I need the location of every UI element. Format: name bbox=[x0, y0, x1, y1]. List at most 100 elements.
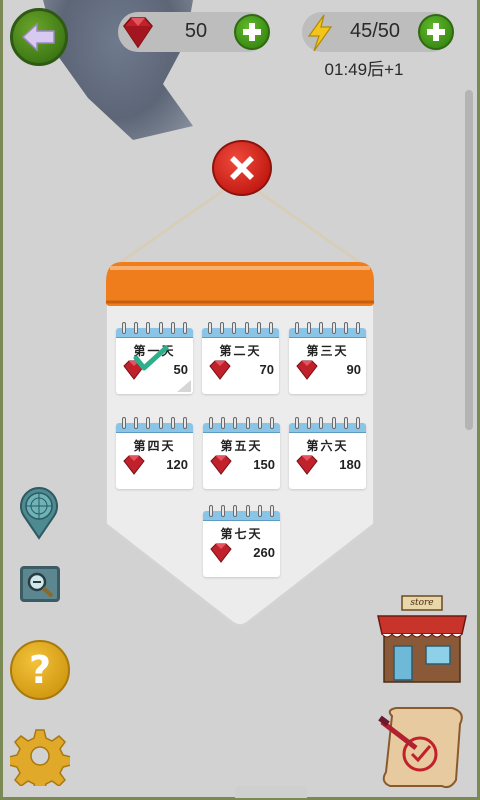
calendar-ring bbox=[134, 417, 139, 429]
day-card-1[interactable]: 第一天 50 bbox=[116, 322, 193, 394]
calendar-ring bbox=[343, 417, 348, 429]
calendar-ring bbox=[269, 505, 274, 517]
back-button[interactable] bbox=[10, 8, 68, 66]
calendar-ring bbox=[209, 505, 213, 517]
calendar-ring bbox=[256, 322, 261, 334]
calendar-ring bbox=[122, 322, 126, 334]
reward-amount: 120 bbox=[166, 457, 188, 472]
help-button[interactable]: ? bbox=[10, 640, 70, 700]
calendar-ring bbox=[355, 417, 360, 429]
calendar-ring bbox=[170, 417, 175, 429]
add-energy-button[interactable] bbox=[418, 14, 454, 50]
ruby-gem-icon bbox=[296, 455, 318, 475]
day-card-5[interactable]: 第五天 150 bbox=[203, 417, 280, 489]
calendar-rings bbox=[122, 417, 187, 431]
calendar-ring bbox=[182, 322, 187, 334]
close-button[interactable] bbox=[212, 140, 272, 196]
quest-scroll-button[interactable] bbox=[376, 702, 468, 792]
calendar-ring bbox=[331, 322, 336, 334]
ruby-gem-icon bbox=[123, 17, 153, 49]
add-gems-button[interactable] bbox=[234, 14, 270, 50]
reward-amount: 90 bbox=[346, 362, 361, 377]
map-scrollbar[interactable] bbox=[465, 90, 473, 430]
calendar-ring bbox=[221, 505, 226, 517]
calendar-ring bbox=[331, 417, 336, 429]
day-label: 第六天 bbox=[306, 439, 349, 453]
calendar-ring bbox=[245, 417, 250, 429]
reward-amount: 180 bbox=[339, 457, 361, 472]
arrow-left-icon bbox=[21, 22, 55, 52]
calendar-ring bbox=[245, 505, 250, 517]
ruby-gem-icon bbox=[296, 360, 318, 380]
calendar-ring bbox=[122, 417, 126, 429]
calendar-ring bbox=[244, 322, 249, 334]
ruby-gem-icon bbox=[209, 360, 231, 380]
ruby-gem-icon bbox=[210, 455, 232, 475]
magnifier-icon bbox=[27, 572, 54, 598]
close-icon bbox=[230, 156, 254, 180]
calendar-ring bbox=[146, 417, 151, 429]
calendar-ring bbox=[295, 417, 299, 429]
day-label: 第四天 bbox=[133, 439, 176, 453]
radar-pin-icon bbox=[20, 487, 58, 540]
calendar-ring bbox=[257, 505, 262, 517]
store-sign: store bbox=[410, 598, 434, 608]
calendar-ring bbox=[158, 417, 163, 429]
plus-icon bbox=[243, 23, 261, 41]
lightning-bolt-icon bbox=[307, 14, 333, 52]
ruby-gem-icon bbox=[123, 455, 145, 475]
calendar-ring bbox=[220, 322, 225, 334]
radar-button[interactable] bbox=[16, 486, 62, 540]
calendar-ring bbox=[221, 417, 226, 429]
calendar-ring bbox=[209, 417, 213, 429]
calendar-ring bbox=[158, 322, 163, 334]
calendar-ring bbox=[269, 417, 274, 429]
calendar-ring bbox=[257, 417, 262, 429]
day-label: 第三天 bbox=[306, 344, 349, 358]
calendar-ring bbox=[170, 322, 175, 334]
page-peel-icon bbox=[177, 380, 191, 392]
day-card-6[interactable]: 第六天 180 bbox=[289, 417, 366, 489]
day-label: 第五天 bbox=[220, 439, 263, 453]
reward-amount: 70 bbox=[259, 362, 274, 377]
calendar-ring bbox=[295, 322, 299, 334]
gear-icon bbox=[10, 729, 70, 786]
bottom-handle[interactable] bbox=[235, 786, 307, 798]
day-label: 第二天 bbox=[219, 344, 262, 358]
calendar-rings bbox=[122, 322, 187, 336]
calendar-ring bbox=[182, 417, 187, 429]
calendar-rings bbox=[209, 505, 274, 519]
calendar-rings bbox=[208, 322, 273, 336]
question-mark-icon: ? bbox=[28, 648, 52, 692]
checkmark-icon bbox=[133, 345, 169, 371]
settings-button[interactable] bbox=[10, 726, 70, 786]
calendar-ring bbox=[233, 505, 238, 517]
calendar-ring bbox=[343, 322, 348, 334]
day-card-7[interactable]: 第七天 260 bbox=[203, 505, 280, 577]
calendar-ring bbox=[307, 322, 312, 334]
calendar-ring bbox=[319, 322, 324, 334]
calendar-ring bbox=[268, 322, 273, 334]
day-card-4[interactable]: 第四天 120 bbox=[116, 417, 193, 489]
zoom-button[interactable] bbox=[20, 566, 60, 602]
calendar-rings bbox=[295, 417, 360, 431]
reward-amount: 150 bbox=[253, 457, 275, 472]
calendar-ring bbox=[233, 417, 238, 429]
day-card-2[interactable]: 第二天 70 bbox=[202, 322, 279, 394]
calendar-rings bbox=[209, 417, 274, 431]
calendar-ring bbox=[232, 322, 237, 334]
plus-icon bbox=[427, 23, 445, 41]
calendar-ring bbox=[319, 417, 324, 429]
calendar-rings bbox=[295, 322, 360, 336]
day-card-3[interactable]: 第三天 90 bbox=[289, 322, 366, 394]
reward-amount: 260 bbox=[253, 545, 275, 560]
day-label: 第七天 bbox=[220, 527, 263, 541]
calendar-ring bbox=[134, 322, 139, 334]
calendar-ring bbox=[355, 322, 360, 334]
energy-count: 45/50 bbox=[349, 20, 401, 42]
calendar-ring bbox=[307, 417, 312, 429]
ruby-gem-icon bbox=[210, 543, 232, 563]
calendar-ring bbox=[208, 322, 212, 334]
energy-timer: 01:49后+1 bbox=[324, 60, 404, 79]
calendar-ring bbox=[146, 322, 151, 334]
